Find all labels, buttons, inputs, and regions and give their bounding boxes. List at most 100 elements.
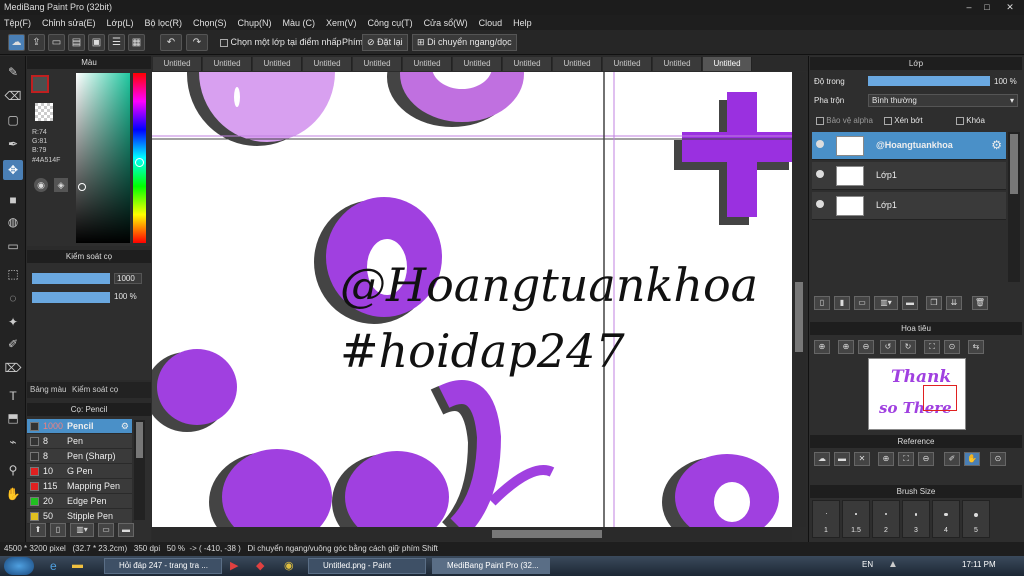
brush-item[interactable]: 8 Pen [27,434,132,449]
reference-zoom-in-icon[interactable]: ⊕ [878,452,894,466]
protect-alpha-option[interactable]: Bảo vệ alpha [816,116,873,125]
brush-new-icon[interactable]: ▯ [50,523,66,537]
reference-close-icon[interactable]: ✕ [854,452,870,466]
operation-tool-icon[interactable]: ⬒ [3,408,23,428]
layer-opacity-slider[interactable] [868,76,990,86]
menu-cloud[interactable]: Cloud [479,18,503,28]
saturation-value-picker[interactable] [76,73,130,243]
drawing-canvas[interactable]: @Hoangtuankhoa #hoidap247 [152,72,792,527]
brush-menu-icon[interactable]: ▥▾ [70,523,94,537]
zoom-in-2-icon[interactable]: ⊕ [838,340,854,354]
canvas-vertical-scrollbar[interactable] [792,72,806,527]
reference-rotate-icon[interactable]: ⊙ [990,452,1006,466]
delete-layer-icon[interactable]: 🗑 [972,296,988,310]
gear-icon[interactable]: ⚙ [991,138,1002,152]
new-halftone-layer-icon[interactable]: ▮ [834,296,850,310]
brush-list-scrollbar[interactable] [134,420,145,520]
palette-icon[interactable]: ◉ [34,178,48,192]
brush-size-cell[interactable]: 3 [902,500,930,538]
reference-hand-icon[interactable]: ✋ [964,452,980,466]
document-tab[interactable]: Untitled [703,57,752,71]
close-button[interactable]: ✕ [1003,2,1017,13]
document-tab[interactable]: Untitled [453,57,502,71]
brush-size-slider[interactable] [32,273,110,284]
tab-brush-control[interactable]: Kiểm soát cọ [72,385,118,394]
brush-size-cell[interactable]: 2 [872,500,900,538]
canvas-hscroll-thumb[interactable] [492,530,602,538]
ie-icon[interactable]: e [50,559,57,573]
chrome-icon[interactable]: ◉ [284,559,294,572]
zoom-in-icon[interactable]: ⊕ [814,340,830,354]
canvas-vscroll-thumb[interactable] [795,282,803,352]
menu-color[interactable]: Màu (C) [283,18,316,28]
brush-size-cell[interactable]: 1 [812,500,840,538]
clipping-option[interactable]: Xén bớt [884,116,923,125]
gear-icon[interactable]: ⚙ [121,419,129,434]
document-tab[interactable]: Untitled [603,57,652,71]
gradient-tool-icon[interactable]: ▭ [3,236,23,256]
bucket-tool-icon[interactable]: ◍ [3,212,23,232]
layer-row[interactable]: @Hoangtuankhoa ⚙ [812,132,1006,160]
clock[interactable]: 17:11 PM [962,560,996,569]
select-rect-tool-icon[interactable]: ⬚ [3,264,23,284]
brush-copy-icon[interactable]: ▭ [98,523,114,537]
eye-icon[interactable] [816,170,824,178]
reference-open-icon[interactable]: ▬ [834,452,850,466]
task-hoidap[interactable]: Hỏi đáp 247 - trang tra ... [104,558,222,574]
reference-dropper-icon[interactable]: ✐ [944,452,960,466]
new-8bit-layer-icon[interactable]: ▭ [854,296,870,310]
magic-wand-tool-icon[interactable]: ✦ [3,312,23,332]
brush-item[interactable]: 20 Edge Pen [27,494,132,509]
comment-icon[interactable]: ▭ [48,34,65,51]
menu-select[interactable]: Chọn(S) [193,18,227,28]
brush-tool-icon[interactable]: ✎ [3,62,23,82]
hue-slider-handle[interactable] [135,158,144,167]
brush-item[interactable]: 50 Stipple Pen [27,509,132,524]
canvas-horizontal-scrollbar[interactable] [152,527,792,541]
start-button[interactable] [4,557,34,575]
menu-filter[interactable]: Bộ lọc(R) [144,18,182,28]
menu-tools[interactable]: Công cụ(T) [368,18,413,28]
brush-opacity-slider[interactable] [32,292,110,303]
text-tool-icon[interactable]: T [3,386,23,406]
color-dropper-icon[interactable]: ◈ [54,178,68,192]
select-layer-checkbox[interactable] [220,38,228,47]
new-layer-icon[interactable]: ▯ [814,296,830,310]
blend-mode-select[interactable]: Bình thường ▾ [868,94,1018,107]
merge-layer-icon[interactable]: ⇊ [946,296,962,310]
clipping-checkbox[interactable] [884,116,892,125]
brush-size-cell[interactable]: 1.5 [842,500,870,538]
cloud-icon[interactable]: ☁ [8,34,25,51]
redo-button[interactable]: ↷ [186,34,208,51]
reset-button[interactable]: ⊘ Đặt lại [362,34,408,51]
reference-zoom-out-icon[interactable]: ⊖ [918,452,934,466]
document-tab[interactable]: Untitled [553,57,602,71]
menu-edit[interactable]: Chỉnh sửa(E) [42,18,96,28]
brush-size-cell[interactable]: 4 [932,500,960,538]
document-tab[interactable]: Untitled [253,57,302,71]
protect-alpha-checkbox[interactable] [816,116,824,125]
reference-fit-icon[interactable]: ⛶ [898,452,914,466]
document-tab[interactable]: Untitled [353,57,402,71]
rect-tool-icon[interactable]: ▢ [3,110,23,130]
task-medibang[interactable]: MediBang Paint Pro (32... [432,558,550,574]
explorer-icon[interactable]: ▬ [72,559,83,571]
layer-scroll-thumb[interactable] [1010,134,1018,194]
eraser-tool-icon[interactable]: ⌫ [3,86,23,106]
brush-add-icon[interactable]: ⬆ [30,523,46,537]
reset-view-icon[interactable]: ⊙ [944,340,960,354]
brush-size-value[interactable]: 1000 [114,273,142,284]
fit-icon[interactable]: ⛶ [924,340,940,354]
layer-menu-icon[interactable]: ▥▾ [874,296,898,310]
secondary-color-swatch[interactable] [35,103,53,121]
share-icon[interactable]: ⇪ [28,34,45,51]
rotate-right-icon[interactable]: ↻ [900,340,916,354]
rotate-left-icon[interactable]: ↺ [880,340,896,354]
eye-icon[interactable] [816,140,824,148]
maximize-button[interactable]: □ [980,2,994,13]
brush-size-cell[interactable]: 5 [962,500,990,538]
brush-item[interactable]: 10 G Pen [27,464,132,479]
hand-tool-icon[interactable]: ✋ [3,484,23,504]
lasso-tool-icon[interactable]: ◌ [3,288,23,308]
menu-snap[interactable]: Chụp(N) [238,18,272,28]
